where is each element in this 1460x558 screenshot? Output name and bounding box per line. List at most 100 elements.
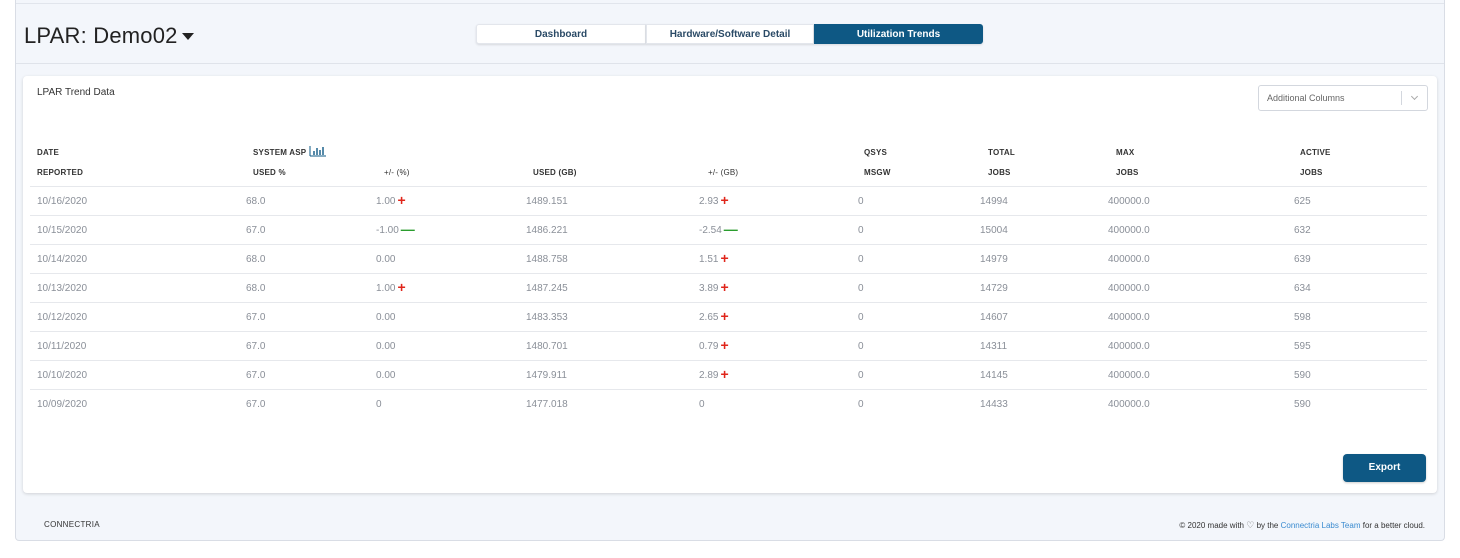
- cell-value: 1489.151: [526, 195, 568, 207]
- cell-used-gb: 1480.701: [526, 331, 699, 361]
- cell-msgw: 0: [858, 244, 980, 274]
- table-row: 10/10/2020 67.0 0.00 1479.911 2.89 +0 14145 400…: [30, 360, 1427, 390]
- cell-value: 1483.353: [526, 311, 568, 323]
- table-row: 10/11/2020 67.0 0.00 1480.701 0.79 +0 14311 400…: [30, 331, 1427, 361]
- cell-value: 0.00: [376, 369, 396, 381]
- col-header-msgw: MSGW: [864, 168, 891, 177]
- cell-value: 14994: [980, 195, 1008, 207]
- cell-value: 14311: [980, 340, 1008, 352]
- cell-active-jobs: 598: [1294, 302, 1427, 332]
- cell-max-jobs: 400000.0: [1108, 360, 1294, 390]
- cell-chg-gb: -2.54—: [699, 215, 858, 245]
- cell-chg-gb: 2.65 +: [699, 302, 858, 332]
- increase-icon: +: [720, 308, 729, 324]
- cell-used-gb: 1483.353: [526, 302, 699, 332]
- tab-hardware-software-detail[interactable]: Hardware/Software Detail: [646, 24, 814, 44]
- cell-value: 1479.911: [526, 369, 567, 381]
- cell-value: 14729: [980, 282, 1008, 294]
- connectria-labs-link[interactable]: Connectria Labs Team: [1281, 521, 1361, 530]
- cell-value: 10/16/2020: [37, 195, 88, 207]
- cell-value: 0.00: [376, 340, 396, 352]
- cell-value: 0.00: [376, 311, 396, 323]
- cell-used-gb: 1489.151: [526, 186, 699, 216]
- additional-columns-select[interactable]: Additional Columns: [1258, 85, 1428, 111]
- cell-value: 0.79: [699, 341, 719, 352]
- footer-credit-prefix: © 2020 made with: [1179, 521, 1245, 530]
- cell-msgw: 0: [858, 186, 980, 216]
- cell-active-jobs: 595: [1294, 331, 1427, 361]
- cell-value: 3.89: [699, 283, 719, 294]
- tab-dashboard[interactable]: Dashboard: [476, 24, 646, 44]
- cell-value: 10/13/2020: [37, 282, 88, 294]
- page-header: LPAR: Demo02 Dashboard Hardware/Software…: [16, 4, 1444, 64]
- decrease-icon: —: [400, 221, 415, 237]
- cell-active-jobs: 590: [1294, 389, 1427, 419]
- cell-date: 10/11/2020: [30, 331, 246, 361]
- cell-msgw: 0: [858, 360, 980, 390]
- bar-chart-icon[interactable]: [309, 145, 327, 157]
- cell-value: 634: [1294, 282, 1311, 294]
- cell-value: 2.93: [699, 196, 719, 207]
- trend-table-body: 10/16/2020 68.0 1.00 +1489.151 2.93 +0 14994 40…: [30, 186, 1427, 419]
- cell-value: 0: [858, 340, 864, 352]
- col-header-chg-gb: +/- (GB): [708, 168, 739, 177]
- cell-total-jobs: 14145: [980, 360, 1108, 390]
- cell-value: 400000.0: [1108, 369, 1150, 381]
- lpar-selector[interactable]: LPAR: Demo02: [24, 23, 194, 49]
- caret-down-icon: [181, 32, 194, 40]
- cell-msgw: 0: [858, 302, 980, 332]
- cell-max-jobs: 400000.0: [1108, 389, 1294, 419]
- cell-value: 67.0: [246, 340, 266, 352]
- cell-active-jobs: 632: [1294, 215, 1427, 245]
- col-header-used-gb: USED (GB): [533, 168, 577, 177]
- cell-value: 10/15/2020: [37, 224, 88, 236]
- cell-value: 625: [1294, 195, 1311, 207]
- tab-utilization-trends[interactable]: Utilization Trends: [814, 24, 983, 44]
- cell-active-jobs: 639: [1294, 244, 1427, 274]
- cell-max-jobs: 400000.0: [1108, 215, 1294, 245]
- view-tabs: Dashboard Hardware/Software Detail Utili…: [476, 24, 983, 44]
- cell-used-gb: 1488.758: [526, 244, 699, 274]
- cell-active-jobs: 625: [1294, 186, 1427, 216]
- cell-value: 67.0: [246, 398, 266, 410]
- cell-used-pct: 67.0: [246, 360, 376, 390]
- trend-table: 10/16/2020 68.0 1.00 +1489.151 2.93 +0 14994 40…: [30, 186, 1427, 419]
- app-frame: LPAR: Demo02 Dashboard Hardware/Software…: [15, 0, 1445, 541]
- cell-chg-pct: -1.00—: [376, 215, 526, 245]
- cell-chg-gb: 1.51 +: [699, 244, 858, 274]
- cell-value: 0: [858, 369, 864, 381]
- cell-value: 598: [1294, 311, 1311, 323]
- cell-value: 10/11/2020: [37, 340, 87, 352]
- cell-total-jobs: 15004: [980, 215, 1108, 245]
- cell-max-jobs: 400000.0: [1108, 244, 1294, 274]
- cell-max-jobs: 400000.0: [1108, 186, 1294, 216]
- cell-value: 639: [1294, 253, 1311, 265]
- additional-columns-placeholder: Additional Columns: [1267, 93, 1345, 103]
- cell-date: 10/14/2020: [30, 244, 246, 274]
- cell-total-jobs: 14729: [980, 273, 1108, 303]
- cell-value: 14433: [980, 398, 1008, 410]
- increase-icon: +: [720, 192, 729, 208]
- cell-value: 68.0: [246, 282, 266, 294]
- cell-value: 1488.758: [526, 253, 568, 265]
- cell-max-jobs: 400000.0: [1108, 331, 1294, 361]
- select-separator: [1401, 91, 1402, 105]
- cell-value: 0.00: [376, 253, 396, 265]
- trend-data-card: LPAR Trend Data Additional Columns DATE …: [23, 76, 1437, 493]
- cell-used-gb: 1477.018: [526, 389, 699, 419]
- cell-value: 400000.0: [1108, 253, 1150, 265]
- cell-chg-gb: 0.79 +: [699, 331, 858, 361]
- cell-value: 10/09/2020: [37, 398, 88, 410]
- cell-used-pct: 68.0: [246, 244, 376, 274]
- increase-icon: +: [397, 192, 406, 208]
- cell-date: 10/09/2020: [30, 389, 246, 419]
- increase-icon: +: [720, 279, 729, 295]
- cell-date: 10/15/2020: [30, 215, 246, 245]
- export-button[interactable]: Export: [1343, 454, 1426, 482]
- increase-icon: +: [397, 279, 406, 295]
- cell-value: 632: [1294, 224, 1311, 236]
- cell-total-jobs: 14433: [980, 389, 1108, 419]
- cell-value: 0: [858, 282, 864, 294]
- col-header-chg-pct: +/- (%): [384, 168, 410, 177]
- cell-value: 1486.221: [526, 224, 568, 236]
